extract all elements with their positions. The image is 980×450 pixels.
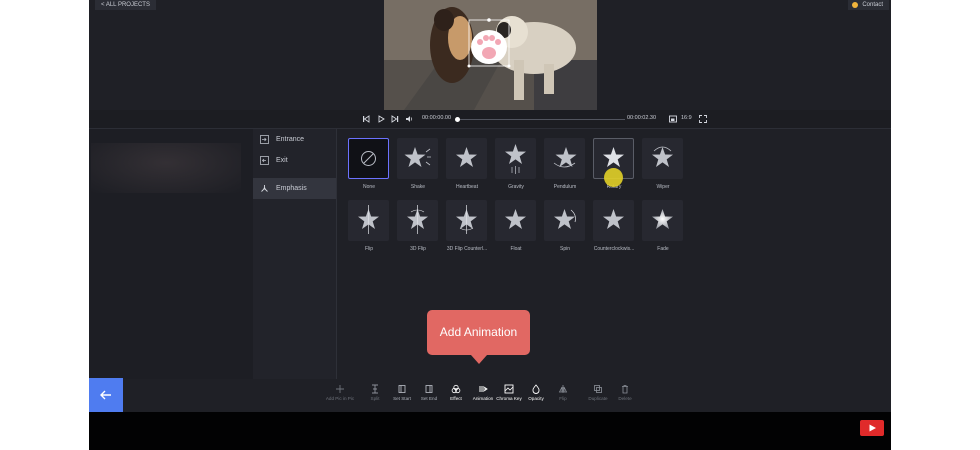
animation-label: Fade (657, 246, 669, 252)
effect-button[interactable]: Effect (441, 384, 471, 401)
category-label: Exit (276, 157, 288, 164)
flip-icon (558, 385, 568, 393)
star-wiper-icon (652, 146, 673, 167)
tool-label: Duplicate (588, 396, 608, 401)
star-shake-icon (404, 147, 431, 167)
animation-icon (479, 386, 488, 392)
tool-label: Effect (450, 396, 462, 401)
mouse-cursor-highlight (604, 168, 623, 187)
category-exit[interactable]: Exit (253, 150, 336, 171)
category-label: Emphasis (276, 185, 307, 192)
tooltip-arrow (471, 355, 487, 364)
set-end-button[interactable]: Set End (414, 384, 444, 401)
tool-label: Opacity (528, 396, 544, 401)
set-end-icon (425, 385, 433, 393)
opacity-button[interactable]: Opacity (521, 384, 551, 401)
star-3d-flip-icon (407, 205, 428, 234)
star-heartbeat-icon (456, 147, 477, 167)
category-label: Entrance (276, 136, 305, 143)
star-fade-icon (652, 209, 673, 229)
entrance-icon (260, 135, 269, 144)
split-button[interactable]: Split (360, 384, 390, 401)
tool-label: Chroma Key (496, 396, 522, 401)
opacity-icon (532, 384, 540, 394)
bottom-bar (89, 412, 891, 450)
video-frame-image (384, 0, 597, 110)
none-icon (361, 151, 376, 166)
tool-label: Set Start (393, 396, 411, 401)
delete-icon (622, 385, 628, 394)
star-spin-icon (554, 209, 576, 229)
set-start-icon (398, 385, 406, 393)
video-preview[interactable] (384, 0, 597, 110)
progress-knob[interactable] (455, 117, 460, 122)
progress-track[interactable] (457, 119, 625, 120)
star-float-icon (505, 209, 526, 229)
animation-label: Wiper (656, 184, 670, 190)
tool-label: Add Pic in Pic (325, 396, 355, 401)
total-time: 00:00:02.30 (627, 115, 657, 121)
star-gravity-icon (505, 144, 526, 174)
duplicate-button[interactable]: Duplicate (583, 384, 613, 401)
tool-label: Delete (618, 396, 632, 401)
aspect-ratio-icon[interactable] (668, 114, 678, 124)
fullscreen-icon[interactable] (698, 114, 708, 124)
tool-label: Flip (559, 396, 567, 401)
contact-icon (852, 2, 859, 8)
duplicate-icon (594, 385, 602, 393)
editor-app: < ALL PROJECTS Contact 00:00:00.00 00:00… (89, 0, 891, 450)
contact-button[interactable]: Contact (848, 0, 889, 10)
emphasis-icon (261, 185, 268, 192)
tool-label: Set End (420, 396, 438, 401)
edit-toolbar: Add Pic in Pic Split Set Start Set End E… (89, 378, 891, 412)
category-emphasis[interactable]: Emphasis (253, 178, 336, 199)
animation-grid: None Shake Heartbeat Gravity Pendulum Ro… (346, 138, 886, 278)
star-3d-flip-counter-icon (456, 205, 477, 234)
all-projects-button[interactable]: < ALL PROJECTS (95, 0, 156, 10)
set-start-button[interactable]: Set Start (387, 384, 417, 401)
split-icon (372, 384, 378, 394)
add-pip-button[interactable]: Add Pic in Pic (325, 384, 355, 401)
add-pip-icon (336, 385, 344, 393)
playback-bar: 00:00:00.00 00:00:02.30 16:9 (89, 110, 891, 129)
exit-icon (260, 156, 269, 165)
flip-button[interactable]: Flip (548, 384, 578, 401)
youtube-icon[interactable] (860, 420, 884, 436)
skip-end-icon[interactable] (390, 114, 400, 124)
volume-icon[interactable] (404, 114, 414, 124)
skip-start-icon[interactable] (361, 114, 371, 124)
chroma-key-button[interactable]: Chroma Key (494, 384, 524, 401)
effect-icon (451, 384, 461, 394)
chroma-key-icon (504, 384, 514, 394)
add-animation-tooltip: Add Animation (427, 310, 530, 355)
tool-label: Split (370, 396, 380, 401)
star-pendulum-icon (553, 147, 577, 168)
delete-button[interactable]: Delete (610, 384, 640, 401)
aspect-ratio-label[interactable]: 16:9 (681, 115, 692, 121)
tool-label: Animation (472, 396, 494, 401)
animation-category-panel: Entrance Exit Emphasis (253, 129, 337, 379)
current-time: 00:00:00.00 (422, 115, 452, 121)
play-icon[interactable] (376, 114, 386, 124)
category-entrance[interactable]: Entrance (253, 129, 336, 150)
star-counterclockwise-icon (603, 209, 624, 229)
left-panel (89, 129, 253, 379)
star-flip-icon (358, 205, 379, 234)
contact-label: Contact (862, 2, 883, 8)
